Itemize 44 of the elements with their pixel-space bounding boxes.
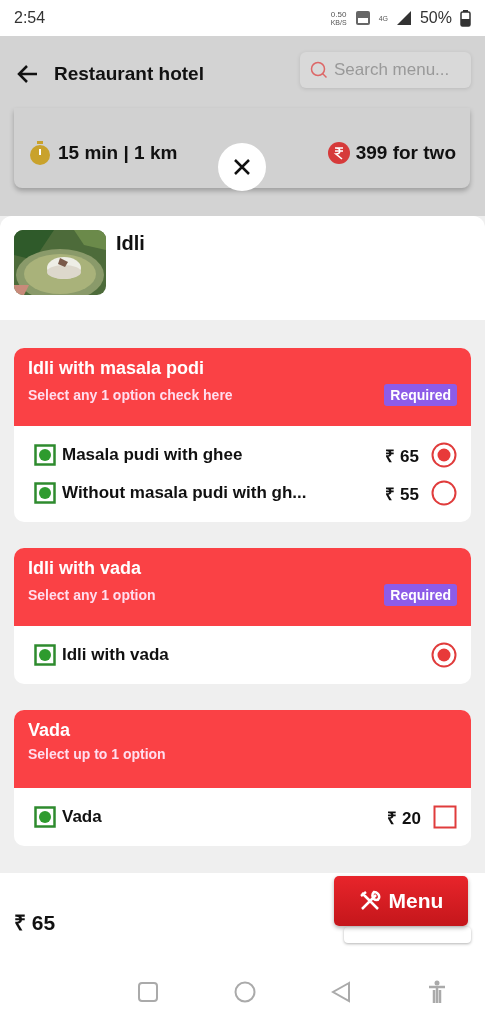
recents-icon[interactable] (137, 982, 158, 1002)
battery-icon (460, 9, 471, 27)
option-price: ₹ 55 (385, 483, 419, 505)
cost-for-two: 399 for two (355, 142, 456, 164)
battery-level: 50% (419, 9, 452, 27)
radio-button[interactable] (431, 642, 457, 668)
group-subtitle: Select any 1 option check here (28, 387, 233, 403)
page-title: Restaurant hotel (54, 63, 205, 85)
back-nav-icon[interactable] (331, 981, 352, 1003)
radio-button[interactable] (431, 442, 457, 468)
veg-icon (34, 482, 56, 504)
option-name: Masala pudi with ghee (62, 445, 244, 465)
search-field[interactable]: Search menu... (300, 52, 471, 88)
veg-icon (34, 644, 56, 666)
group-title: Idli with masala podi (28, 358, 206, 379)
required-badge: Required (384, 384, 457, 406)
status-time: 2:54 (14, 9, 46, 27)
option-name: Idli with vada (62, 645, 170, 665)
group-subtitle: Select up to 1 option (28, 746, 166, 762)
item-name: Idli (116, 232, 145, 256)
total-price: ₹ 65 (14, 909, 56, 936)
home-icon[interactable] (233, 981, 256, 1003)
option-price: ₹ 20 (387, 807, 421, 829)
option-name: Without masala pudi with gh... (62, 483, 308, 503)
radio-button[interactable] (431, 480, 457, 506)
search-icon (310, 61, 328, 79)
delivery-time: 15 min | 1 km (58, 142, 178, 164)
group-subtitle: Select any 1 option (28, 587, 156, 603)
veg-icon (34, 444, 56, 466)
search-input[interactable]: Search menu... (334, 60, 462, 80)
signal-icon (395, 10, 412, 26)
required-badge: Required (384, 584, 457, 606)
group-title: Vada (28, 720, 72, 741)
accessibility-icon[interactable] (427, 980, 448, 1004)
group-title: Idli with vada (28, 558, 143, 579)
stopwatch-icon (28, 141, 52, 165)
option-price: ₹ 65 (385, 445, 419, 467)
close-icon (233, 158, 251, 176)
veg-icon (34, 806, 56, 828)
rupee-icon (327, 142, 350, 164)
option-name: Vada (62, 807, 103, 827)
checkbox[interactable] (433, 805, 457, 829)
menu-button[interactable]: Menu (334, 876, 468, 926)
network-speed: 0.50 (330, 10, 347, 19)
